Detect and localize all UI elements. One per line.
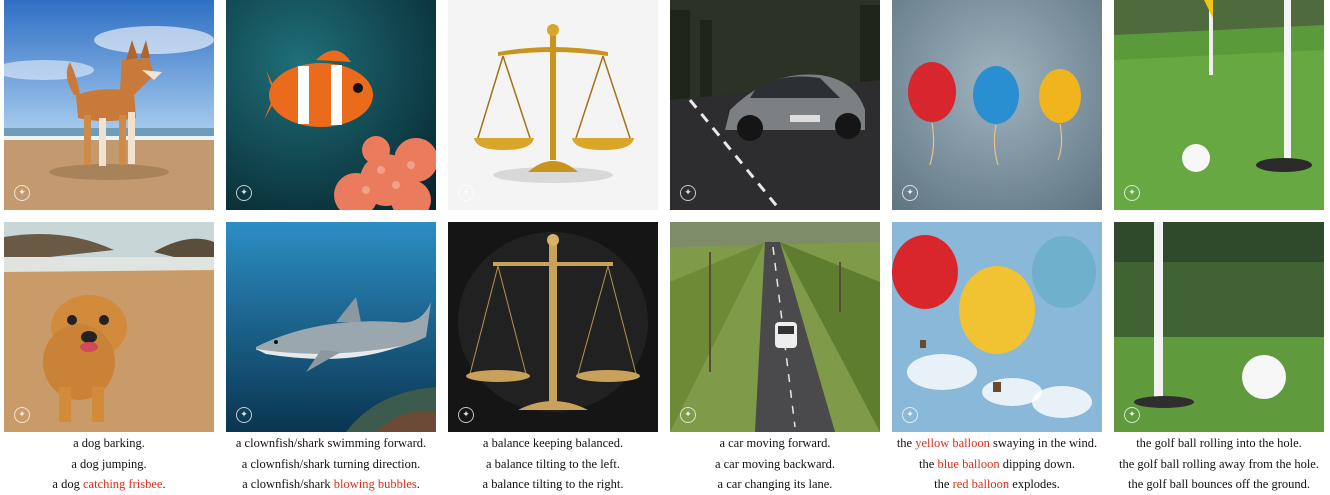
caption-line: a car moving backward.	[714, 456, 836, 471]
highlight-text: blue balloon	[937, 456, 1000, 471]
image-dog-beach: ✦	[4, 0, 214, 210]
watermark-icon: ✦	[902, 407, 918, 423]
image-shark: ✦	[226, 222, 436, 432]
image-sports-car: ✦	[670, 0, 880, 210]
highlight-text: yellow balloon	[915, 436, 990, 450]
image-golf-ball-green: ✦	[1114, 222, 1324, 432]
caption-line: a dog catching frisbee.	[52, 477, 166, 491]
caption-group-dog: a dog barking. a dog jumping. a dog catc…	[0, 433, 225, 495]
caption-group-car: a car moving forward. a car moving backw…	[659, 433, 891, 495]
watermark-icon: ✦	[1124, 407, 1140, 423]
caption-line: the yellow balloon swaying in the wind.	[896, 436, 1098, 450]
image-balance-scale-dark: ✦	[448, 222, 658, 432]
watermark-icon: ✦	[1124, 185, 1140, 201]
image-retriever-beach: ✦	[4, 222, 214, 432]
caption-line: a clownfish/shark swimming forward.	[235, 436, 427, 450]
caption-line: a car moving forward.	[719, 436, 831, 450]
image-balance-scale-gold: ✦	[448, 0, 658, 210]
image-golf-flag: ✦	[1114, 0, 1324, 210]
highlight-text: blowing bubbles	[333, 477, 417, 491]
caption-group-fish: a clownfish/shark swimming forward. a cl…	[215, 433, 447, 495]
caption-line: the golf ball bounces off the ground.	[1127, 477, 1311, 491]
watermark-icon: ✦	[14, 185, 30, 201]
caption-line: a clownfish/shark blowing bubbles.	[242, 477, 420, 491]
image-hot-air-balloons: ✦	[892, 222, 1102, 432]
caption-line: the red balloon explodes.	[934, 477, 1060, 491]
caption-line: a balance keeping balanced.	[482, 436, 624, 450]
watermark-icon: ✦	[902, 185, 918, 201]
watermark-icon: ✦	[14, 407, 30, 423]
caption-group-balance: a balance keeping balanced. a balance ti…	[437, 433, 669, 495]
caption-group-balloon: the yellow balloon swaying in the wind. …	[881, 433, 1113, 495]
caption-line: the blue balloon dipping down.	[919, 456, 1075, 471]
caption-group-golf: the golf ball rolling into the hole. the…	[1103, 433, 1330, 495]
caption-line: the golf ball rolling into the hole.	[1136, 436, 1302, 450]
image-car-country-road: ✦	[670, 222, 880, 432]
caption-line: a car changing its lane.	[717, 477, 833, 491]
caption-line: a balance tilting to the right.	[482, 477, 624, 491]
caption-line: a clownfish/shark turning direction.	[241, 456, 421, 471]
caption-line: a balance tilting to the left.	[486, 456, 620, 471]
watermark-icon: ✦	[680, 185, 696, 201]
watermark-icon: ✦	[236, 185, 252, 201]
caption-line: a dog barking.	[73, 436, 145, 450]
highlight-text: catching frisbee	[82, 477, 163, 491]
watermark-icon: ✦	[236, 407, 252, 423]
highlight-text: red balloon	[952, 477, 1010, 491]
image-clownfish: ✦	[226, 0, 436, 210]
watermark-icon: ✦	[458, 407, 474, 423]
caption-line: a dog jumping.	[71, 456, 147, 471]
watermark-icon: ✦	[680, 407, 696, 423]
watermark-icon: ✦	[458, 185, 474, 201]
caption-line: the golf ball rolling away from the hole…	[1119, 456, 1319, 471]
image-three-balloons: ✦	[892, 0, 1102, 210]
